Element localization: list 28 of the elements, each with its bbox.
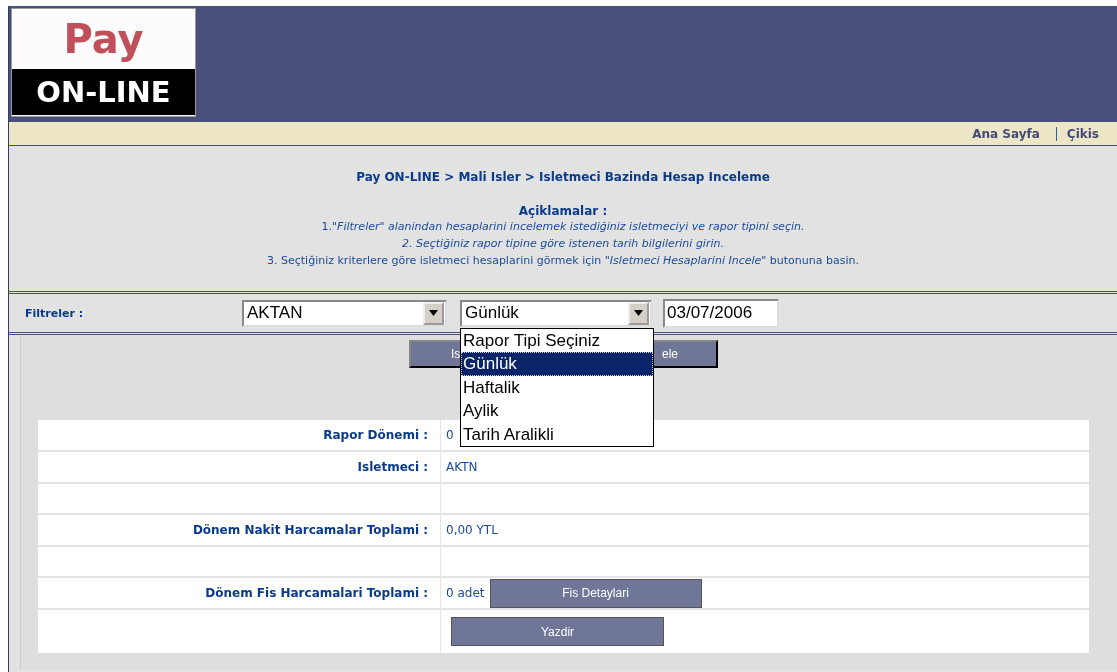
field-label: Dönem Nakit Harcamalar Toplami :	[192, 523, 428, 537]
filters-label: Filtreler :	[24, 306, 85, 320]
field-label: Rapor Dönemi :	[323, 428, 428, 442]
details-button[interactable]: Fis Detaylari	[489, 578, 702, 608]
instruction-text: 2. Seçtiğiniz rapor tipine göre istenen tarih bilgilerini girin.	[401, 236, 725, 252]
dropdown-option[interactable]: Tarih Aralikli	[461, 422, 653, 446]
nav-link[interactable]: Ana Sayfa	[972, 126, 1040, 141]
dropdown-option[interactable]: Günlük	[461, 352, 653, 376]
instructions-title: Açiklamalar :	[517, 204, 609, 218]
field-label: Isletmeci :	[357, 460, 428, 474]
field-value: AKTN	[446, 460, 478, 474]
dropdown-option[interactable]: Aylik	[461, 399, 653, 423]
field-value: 0 adet	[446, 586, 485, 600]
dropdown-option[interactable]: Rapor Tipi Seçiniz	[461, 328, 653, 352]
instruction-text: 3. Seçtiğiniz kriterlere göre isletmeci hesaplarini görmek için "Isletmeci Hesaplarini Incele" butonuna basin.	[266, 253, 860, 269]
logo-text: ON-LINE	[12, 69, 195, 115]
dropdown-option[interactable]: Haftalik	[461, 375, 653, 399]
field-value: 0,00 YTL	[446, 523, 498, 537]
breadcrumb: Pay ON-LINE > Mali Isler > Isletmeci Bazinda Hesap Inceleme	[355, 170, 771, 184]
field-value: 0	[446, 428, 454, 442]
field-label: Dönem Fis Harcamalari Toplami :	[205, 586, 428, 600]
instruction-text: 1."Filtreler" alanindan hesaplarini incelemek istediğiniz isletmeciyi ve rapor tipini seçin.	[320, 219, 806, 235]
logo-text: Pay	[63, 15, 144, 64]
print-button[interactable]: Yazdir	[451, 617, 664, 646]
operator-select[interactable]: AKTAN	[242, 299, 447, 327]
report-type-select[interactable]: Günlük	[460, 299, 652, 327]
nav-link[interactable]: Çikis	[1066, 126, 1099, 141]
date-field[interactable]: 03/07/2006	[663, 298, 779, 328]
